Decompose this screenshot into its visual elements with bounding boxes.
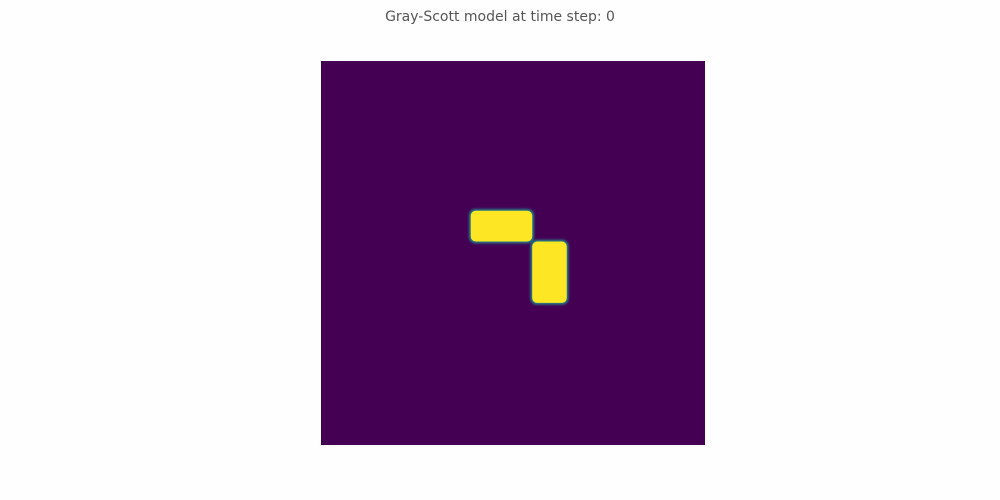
heatmap-background (321, 61, 705, 445)
patch-1 (470, 210, 533, 242)
patch-2 (532, 241, 567, 303)
heatmap-canvas (321, 61, 705, 445)
heatmap-plot (321, 61, 705, 445)
chart-title: Gray-Scott model at time step: 0 (385, 9, 615, 25)
figure: Gray-Scott model at time step: 0 (0, 0, 1000, 500)
